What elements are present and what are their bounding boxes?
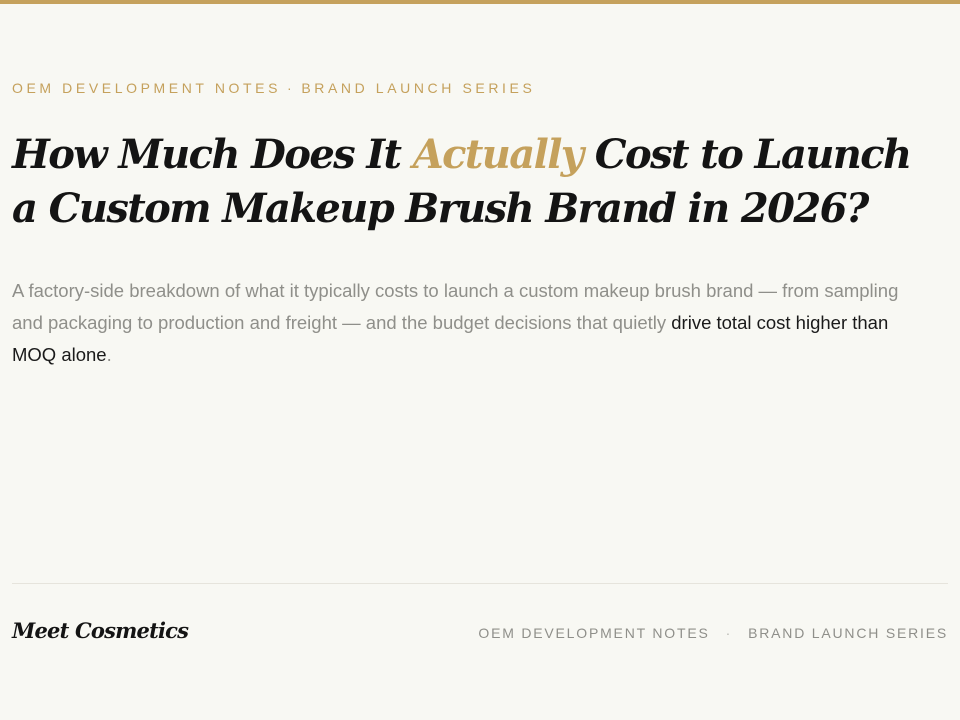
brand-wordmark[interactable]: Meet Cosmetics: [12, 618, 189, 643]
top-accent-bar: [0, 0, 960, 4]
eyebrow-category-left: OEM DEVELOPMENT NOTES: [12, 80, 282, 96]
eyebrow-category-right: BRAND LAUNCH SERIES: [301, 80, 536, 96]
article-summary: A factory-side breakdown of what it typi…: [12, 275, 932, 371]
summary-end: .: [106, 344, 112, 365]
footer-nav-separator: ·: [725, 625, 733, 641]
footer-link-oem-development-notes[interactable]: OEM DEVELOPMENT NOTES: [478, 625, 709, 641]
eyebrow-separator: ·: [287, 80, 296, 96]
eyebrow-category: OEM DEVELOPMENT NOTES · BRAND LAUNCH SERIE…: [12, 80, 535, 96]
title-accent-word: Actually: [412, 131, 584, 178]
footer-link-brand-launch-series[interactable]: BRAND LAUNCH SERIES: [748, 625, 948, 641]
title-part-1: How Much Does It: [12, 131, 413, 178]
footer-divider: [12, 583, 948, 584]
footer-nav: OEM DEVELOPMENT NOTES · BRAND LAUNCH SER…: [478, 625, 948, 641]
article-title: How Much Does It Actually Cost to Launch…: [12, 128, 942, 236]
